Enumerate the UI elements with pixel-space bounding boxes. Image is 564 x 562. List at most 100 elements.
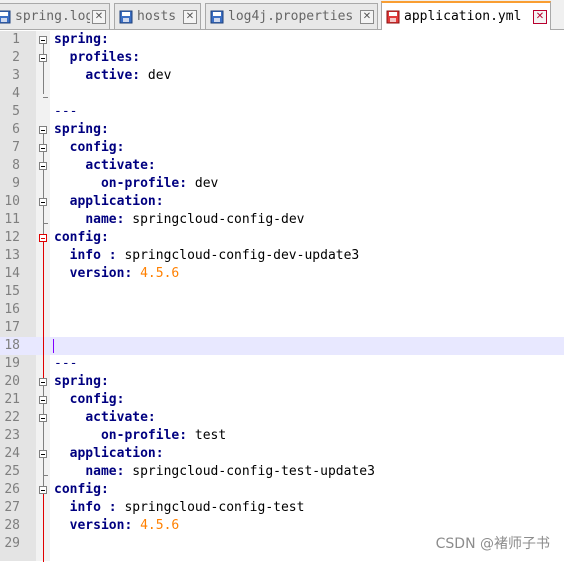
yaml-key: name: bbox=[85, 212, 125, 227]
code-text: spring: bbox=[54, 31, 109, 49]
fold-toggle-icon[interactable] bbox=[39, 396, 47, 404]
fold-toggle-icon[interactable] bbox=[39, 126, 47, 134]
code-line[interactable]: 13 info : springcloud-config-dev-update3 bbox=[0, 247, 564, 265]
fold-toggle-icon[interactable] bbox=[39, 378, 47, 386]
code-line[interactable]: 20 spring: bbox=[0, 373, 564, 391]
yaml-key: spring: bbox=[54, 122, 109, 137]
code-line[interactable]: 7 config: bbox=[0, 139, 564, 157]
fold-end-marker bbox=[43, 223, 48, 224]
code-line[interactable]: 25 name: springcloud-config-test-update3 bbox=[0, 463, 564, 481]
code-line[interactable]: 15 bbox=[0, 283, 564, 301]
line-number: 6 bbox=[12, 122, 20, 137]
watermark: CSDN @褚师子书 bbox=[435, 536, 550, 552]
code-line[interactable]: 8 activate: bbox=[0, 157, 564, 175]
fold-toggle-icon[interactable] bbox=[39, 486, 47, 494]
yaml-value: test bbox=[187, 428, 227, 443]
fold-toggle-icon[interactable] bbox=[39, 198, 47, 206]
disk-icon bbox=[210, 10, 224, 24]
code-line[interactable]: 11 name: springcloud-config-dev bbox=[0, 211, 564, 229]
code-line[interactable]: 14 version: 4.5.6 bbox=[0, 265, 564, 283]
fold-toggle-icon[interactable] bbox=[39, 450, 47, 458]
tab-application-yml[interactable]: application.yml ✕ bbox=[381, 1, 551, 30]
code-line[interactable]: 5 --- bbox=[0, 103, 564, 121]
yaml-key: name: bbox=[85, 464, 125, 479]
line-number: 11 bbox=[4, 212, 20, 227]
fold-end-marker bbox=[43, 97, 48, 98]
disk-red-icon bbox=[386, 10, 400, 24]
code-line[interactable]: 12 config: bbox=[0, 229, 564, 247]
code-line[interactable]: 6 spring: bbox=[0, 121, 564, 139]
line-number: 4 bbox=[12, 86, 20, 101]
code-text: activate: bbox=[54, 409, 156, 427]
close-icon[interactable]: ✕ bbox=[92, 9, 106, 24]
tab-log4j-properties[interactable]: log4j.properties ✕ bbox=[205, 3, 378, 29]
line-number: 16 bbox=[4, 302, 20, 317]
code-line[interactable]: 24 application: bbox=[0, 445, 564, 463]
tab-label: hosts bbox=[137, 9, 177, 24]
code-line[interactable]: 17 bbox=[0, 319, 564, 337]
code-line[interactable]: 4 bbox=[0, 85, 564, 103]
tab-label: log4j.properties bbox=[228, 9, 354, 24]
line-number: 20 bbox=[4, 374, 20, 389]
yaml-key: profiles: bbox=[69, 50, 141, 65]
line-number: 9 bbox=[12, 176, 20, 191]
code-line[interactable]: 3 active: dev bbox=[0, 67, 564, 85]
line-number: 15 bbox=[4, 284, 20, 299]
code-text: version: 4.5.6 bbox=[54, 517, 180, 535]
yaml-value: dev bbox=[187, 176, 219, 191]
code-line[interactable]: 10 application: bbox=[0, 193, 564, 211]
code-line[interactable]: 21 config: bbox=[0, 391, 564, 409]
editor[interactable]: 1 spring: 2 profiles: 3 active: dev 4 5 --- 6 sp… bbox=[0, 31, 564, 562]
code-line[interactable]: 27 info : springcloud-config-test bbox=[0, 499, 564, 517]
fold-toggle-icon[interactable] bbox=[39, 144, 47, 152]
line-number: 17 bbox=[4, 320, 20, 335]
yaml-value: 4.5.6 bbox=[132, 266, 180, 281]
code-text: on-profile: dev bbox=[54, 175, 218, 193]
line-number: 27 bbox=[4, 500, 20, 515]
fold-toggle-icon[interactable] bbox=[39, 54, 47, 62]
code-line[interactable]: 22 activate: bbox=[0, 409, 564, 427]
code-line[interactable]: 26 config: bbox=[0, 481, 564, 499]
code-line[interactable]: 19 --- bbox=[0, 355, 564, 373]
code-text: info : springcloud-config-test bbox=[54, 499, 305, 517]
yaml-key: active: bbox=[85, 68, 141, 83]
code-line[interactable]: 18 bbox=[0, 337, 564, 355]
close-icon[interactable]: ✕ bbox=[360, 9, 374, 24]
close-icon[interactable]: ✕ bbox=[183, 9, 197, 24]
line-number: 2 bbox=[12, 50, 20, 65]
fold-toggle-icon[interactable] bbox=[39, 36, 47, 44]
yaml-value: 4.5.6 bbox=[132, 518, 180, 533]
code-line[interactable]: 9 on-profile: dev bbox=[0, 175, 564, 193]
yaml-value: springcloud-config-dev bbox=[124, 212, 305, 227]
code-line[interactable]: 1 spring: bbox=[0, 31, 564, 49]
line-number: 3 bbox=[12, 68, 20, 83]
line-number: 8 bbox=[12, 158, 20, 173]
fold-toggle-icon[interactable] bbox=[39, 414, 47, 422]
fold-toggle-icon[interactable] bbox=[39, 162, 47, 170]
code-text: application: bbox=[54, 193, 164, 211]
code-text: config: bbox=[54, 391, 125, 409]
yaml-key: on-profile: bbox=[100, 428, 188, 443]
fold-toggle-icon[interactable] bbox=[39, 234, 47, 242]
line-number: 19 bbox=[4, 356, 20, 371]
yaml-key: spring: bbox=[54, 32, 109, 47]
tab-spring-log[interactable]: spring.log ✕ bbox=[0, 3, 110, 29]
code-line[interactable]: 2 profiles: bbox=[0, 49, 564, 67]
code-text: config: bbox=[54, 139, 125, 157]
tab-label: spring.log bbox=[15, 9, 90, 24]
document-separator: --- bbox=[54, 356, 78, 371]
code-text: --- bbox=[54, 355, 77, 373]
yaml-key: info : bbox=[69, 248, 117, 263]
yaml-key: application: bbox=[69, 194, 164, 209]
tab-hosts[interactable]: hosts ✕ bbox=[114, 3, 201, 29]
line-number: 18 bbox=[4, 338, 20, 353]
text-caret bbox=[53, 339, 54, 353]
code-text: activate: bbox=[54, 157, 155, 175]
code-text: application: bbox=[54, 445, 164, 463]
line-number: 25 bbox=[4, 464, 20, 479]
close-icon[interactable]: ✕ bbox=[533, 9, 547, 24]
yaml-key: activate: bbox=[85, 410, 156, 425]
yaml-key: config: bbox=[54, 482, 109, 497]
code-line[interactable]: 16 bbox=[0, 301, 564, 319]
code-line[interactable]: 23 on-profile: test bbox=[0, 427, 564, 445]
